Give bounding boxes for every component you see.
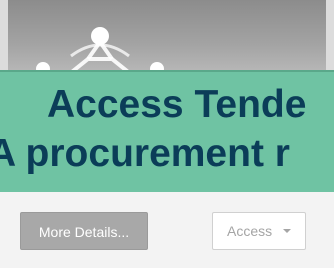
overlay-banner: Access Tende A procurement r: [0, 70, 334, 194]
banner-title: Access Tende: [47, 83, 307, 126]
banner-subtitle: A procurement r: [0, 132, 290, 175]
card-thumbnail: [8, 0, 326, 80]
chevron-down-icon: [283, 229, 291, 233]
more-details-button[interactable]: More Details...: [20, 212, 148, 250]
tender-card: Access Tende A procurement r More Detail…: [0, 0, 334, 268]
access-button-label: Access: [227, 223, 273, 239]
access-dropdown-button[interactable]: Access: [212, 212, 306, 250]
